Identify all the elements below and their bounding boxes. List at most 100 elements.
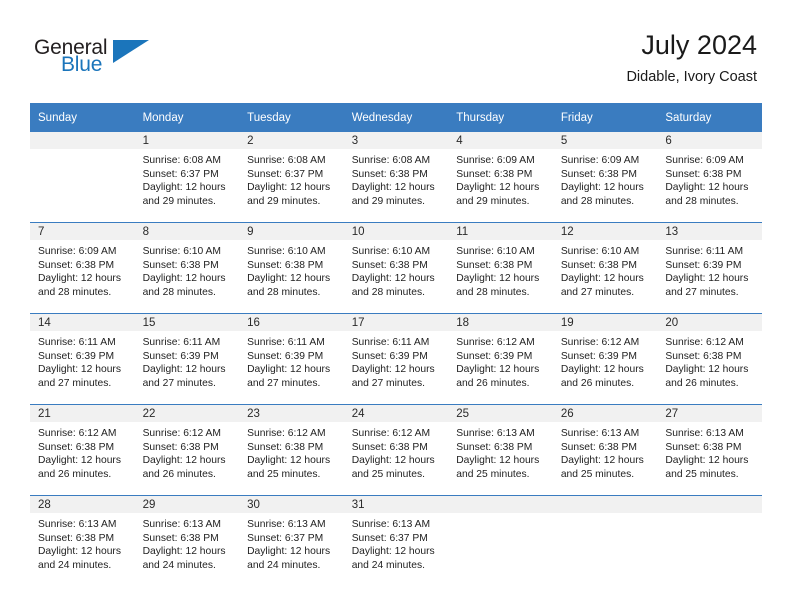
day-details: Sunrise: 6:11 AM Sunset: 6:39 PM Daylight:… — [239, 331, 344, 390]
sunset-text: Sunset: 6:37 PM — [247, 532, 324, 544]
calendar-day-cell[interactable]: 12 Sunrise: 6:10 AM Sunset: 6:38 PM Dayligh… — [552, 222, 658, 314]
daylight-text-line2: and 28 minutes. — [456, 286, 530, 298]
calendar-day-cell-empty — [552, 495, 658, 586]
sunrise-text: Sunrise: 6:10 AM — [456, 246, 535, 257]
calendar-week-row: 7 Sunrise: 6:09 AM Sunset: 6:38 PM Daylight… — [30, 222, 762, 314]
daylight-text-line2: and 25 minutes. — [665, 468, 739, 480]
weekday-header-friday: Friday — [552, 103, 658, 132]
day-number: 14 — [30, 314, 135, 331]
calendar-day-cell[interactable]: 11 Sunrise: 6:10 AM Sunset: 6:38 PM Dayligh… — [448, 222, 553, 314]
daylight-text-line1: Daylight: 12 hours — [38, 273, 121, 285]
calendar-week-row: 28 Sunrise: 6:13 AM Sunset: 6:38 PM Dayligh… — [30, 495, 762, 586]
calendar-day-cell[interactable]: 9 Sunrise: 6:10 AM Sunset: 6:38 PM Daylight… — [239, 222, 344, 314]
sunrise-text: Sunrise: 6:12 AM — [456, 337, 535, 348]
weekday-header-tuesday: Tuesday — [239, 103, 344, 132]
general-blue-logo: General Blue — [34, 36, 164, 84]
day-details: Sunrise: 6:10 AM Sunset: 6:38 PM Daylight:… — [553, 240, 658, 299]
sunset-text: Sunset: 6:38 PM — [247, 259, 324, 271]
daylight-text-line2: and 27 minutes. — [142, 377, 216, 389]
sunset-text: Sunset: 6:39 PM — [247, 350, 324, 362]
calendar-day-cell[interactable]: 7 Sunrise: 6:09 AM Sunset: 6:38 PM Daylight… — [30, 222, 135, 314]
calendar-day-cell[interactable]: 1 Sunrise: 6:08 AM Sunset: 6:37 PM Daylight… — [134, 132, 240, 223]
daylight-text-line1: Daylight: 12 hours — [456, 182, 540, 194]
daylight-text-line1: Daylight: 12 hours — [351, 364, 435, 376]
calendar-day-cell[interactable]: 26 Sunrise: 6:13 AM Sunset: 6:38 PM Dayligh… — [552, 404, 658, 496]
sunset-text: Sunset: 6:39 PM — [665, 259, 742, 271]
calendar-day-cell[interactable]: 22 Sunrise: 6:12 AM Sunset: 6:38 PM Dayligh… — [134, 404, 240, 496]
weekday-header-wednesday: Wednesday — [343, 103, 449, 132]
day-details: Sunrise: 6:08 AM Sunset: 6:37 PM Daylight:… — [239, 149, 344, 208]
day-number: 2 — [239, 132, 344, 149]
calendar-day-cell[interactable]: 27 Sunrise: 6:13 AM Sunset: 6:38 PM Dayligh… — [657, 404, 762, 496]
calendar-day-cell[interactable]: 30 Sunrise: 6:13 AM Sunset: 6:37 PM Dayligh… — [239, 495, 344, 586]
sunrise-text: Sunrise: 6:10 AM — [351, 246, 431, 257]
daylight-text-line2: and 26 minutes. — [665, 377, 739, 389]
day-number: 30 — [239, 496, 344, 513]
calendar-day-cell[interactable]: 8 Sunrise: 6:10 AM Sunset: 6:38 PM Daylight… — [134, 222, 240, 314]
calendar-day-cell[interactable]: 6 Sunrise: 6:09 AM Sunset: 6:38 PM Daylight… — [657, 132, 762, 223]
daylight-text-line2: and 26 minutes. — [456, 377, 530, 389]
calendar-day-cell[interactable]: 20 Sunrise: 6:12 AM Sunset: 6:38 PM Dayligh… — [657, 313, 762, 405]
calendar-day-cell[interactable]: 23 Sunrise: 6:12 AM Sunset: 6:38 PM Dayligh… — [239, 404, 344, 496]
calendar-day-cell[interactable]: 24 Sunrise: 6:12 AM Sunset: 6:38 PM Dayligh… — [343, 404, 449, 496]
calendar-day-cell[interactable]: 14 Sunrise: 6:11 AM Sunset: 6:39 PM Dayligh… — [30, 313, 135, 405]
calendar-day-cell[interactable]: 15 Sunrise: 6:11 AM Sunset: 6:39 PM Dayligh… — [134, 313, 240, 405]
sunrise-text: Sunrise: 6:11 AM — [247, 337, 325, 348]
calendar-day-cell[interactable]: 17 Sunrise: 6:11 AM Sunset: 6:39 PM Dayligh… — [343, 313, 449, 405]
sunset-text: Sunset: 6:38 PM — [142, 259, 219, 271]
day-number: 20 — [657, 314, 762, 331]
day-details: Sunrise: 6:08 AM Sunset: 6:37 PM Daylight:… — [135, 149, 240, 208]
page-subtitle-location: Didable, Ivory Coast — [626, 69, 757, 85]
sunset-text: Sunset: 6:38 PM — [38, 259, 115, 271]
day-number — [657, 496, 762, 513]
sunrise-text: Sunrise: 6:09 AM — [456, 155, 535, 166]
weekday-header-thursday: Thursday — [448, 103, 553, 132]
daylight-text-line2: and 29 minutes. — [456, 195, 530, 207]
day-details: Sunrise: 6:10 AM Sunset: 6:38 PM Daylight:… — [135, 240, 240, 299]
sunset-text: Sunset: 6:38 PM — [247, 441, 324, 453]
calendar-day-cell[interactable]: 3 Sunrise: 6:08 AM Sunset: 6:38 PM Daylight… — [343, 132, 449, 223]
daylight-text-line1: Daylight: 12 hours — [351, 546, 435, 558]
calendar-day-cell[interactable]: 2 Sunrise: 6:08 AM Sunset: 6:37 PM Daylight… — [239, 132, 344, 223]
calendar-day-cell[interactable]: 13 Sunrise: 6:11 AM Sunset: 6:39 PM Dayligh… — [657, 222, 762, 314]
day-number: 27 — [657, 405, 762, 422]
calendar-body: 1 Sunrise: 6:08 AM Sunset: 6:37 PM Daylight… — [30, 132, 762, 586]
calendar-day-cell[interactable]: 5 Sunrise: 6:09 AM Sunset: 6:38 PM Daylight… — [552, 132, 658, 223]
calendar-day-cell[interactable]: 28 Sunrise: 6:13 AM Sunset: 6:38 PM Dayligh… — [30, 495, 135, 586]
day-details: Sunrise: 6:13 AM Sunset: 6:37 PM Daylight:… — [344, 513, 449, 572]
day-number: 7 — [30, 223, 135, 240]
sunrise-text: Sunrise: 6:08 AM — [142, 155, 221, 166]
day-number: 4 — [448, 132, 553, 149]
sunrise-text: Sunrise: 6:11 AM — [665, 246, 744, 257]
daylight-text-line2: and 28 minutes. — [38, 286, 112, 298]
daylight-text-line2: and 28 minutes. — [247, 286, 321, 298]
daylight-text-line2: and 28 minutes. — [665, 195, 739, 207]
daylight-text-line2: and 25 minutes. — [351, 468, 425, 480]
day-details: Sunrise: 6:11 AM Sunset: 6:39 PM Daylight:… — [344, 331, 449, 390]
day-number: 1 — [134, 132, 240, 149]
calendar-day-cell[interactable]: 16 Sunrise: 6:11 AM Sunset: 6:39 PM Dayligh… — [239, 313, 344, 405]
day-details: Sunrise: 6:12 AM Sunset: 6:38 PM Daylight:… — [657, 331, 762, 390]
day-number: 5 — [552, 132, 658, 149]
calendar-day-cell-empty — [657, 495, 762, 586]
calendar-day-cell[interactable]: 18 Sunrise: 6:12 AM Sunset: 6:39 PM Dayligh… — [448, 313, 553, 405]
sunrise-text: Sunrise: 6:10 AM — [142, 246, 221, 257]
calendar-day-cell[interactable]: 29 Sunrise: 6:13 AM Sunset: 6:38 PM Dayligh… — [134, 495, 240, 586]
sunset-text: Sunset: 6:38 PM — [665, 441, 742, 453]
calendar-day-cell[interactable]: 21 Sunrise: 6:12 AM Sunset: 6:38 PM Dayligh… — [30, 404, 135, 496]
calendar-day-cell[interactable]: 25 Sunrise: 6:13 AM Sunset: 6:38 PM Dayligh… — [448, 404, 553, 496]
day-details: Sunrise: 6:12 AM Sunset: 6:38 PM Daylight:… — [135, 422, 240, 481]
day-number: 25 — [448, 405, 553, 422]
calendar-day-cell[interactable]: 10 Sunrise: 6:10 AM Sunset: 6:38 PM Dayligh… — [343, 222, 449, 314]
calendar-day-cell[interactable]: 4 Sunrise: 6:09 AM Sunset: 6:38 PM Daylight… — [448, 132, 553, 223]
sunrise-text: Sunrise: 6:08 AM — [351, 155, 431, 166]
sunset-text: Sunset: 6:38 PM — [456, 441, 533, 453]
calendar-day-cell[interactable]: 19 Sunrise: 6:12 AM Sunset: 6:39 PM Dayligh… — [552, 313, 658, 405]
sunset-text: Sunset: 6:39 PM — [560, 350, 637, 362]
day-number — [30, 132, 135, 149]
calendar-day-cell[interactable]: 31 Sunrise: 6:13 AM Sunset: 6:37 PM Dayligh… — [343, 495, 449, 586]
day-number — [448, 496, 553, 513]
sunrise-text: Sunrise: 6:11 AM — [38, 337, 116, 348]
day-details: Sunrise: 6:09 AM Sunset: 6:38 PM Daylight:… — [30, 240, 135, 299]
day-details: Sunrise: 6:12 AM Sunset: 6:38 PM Daylight:… — [239, 422, 344, 481]
